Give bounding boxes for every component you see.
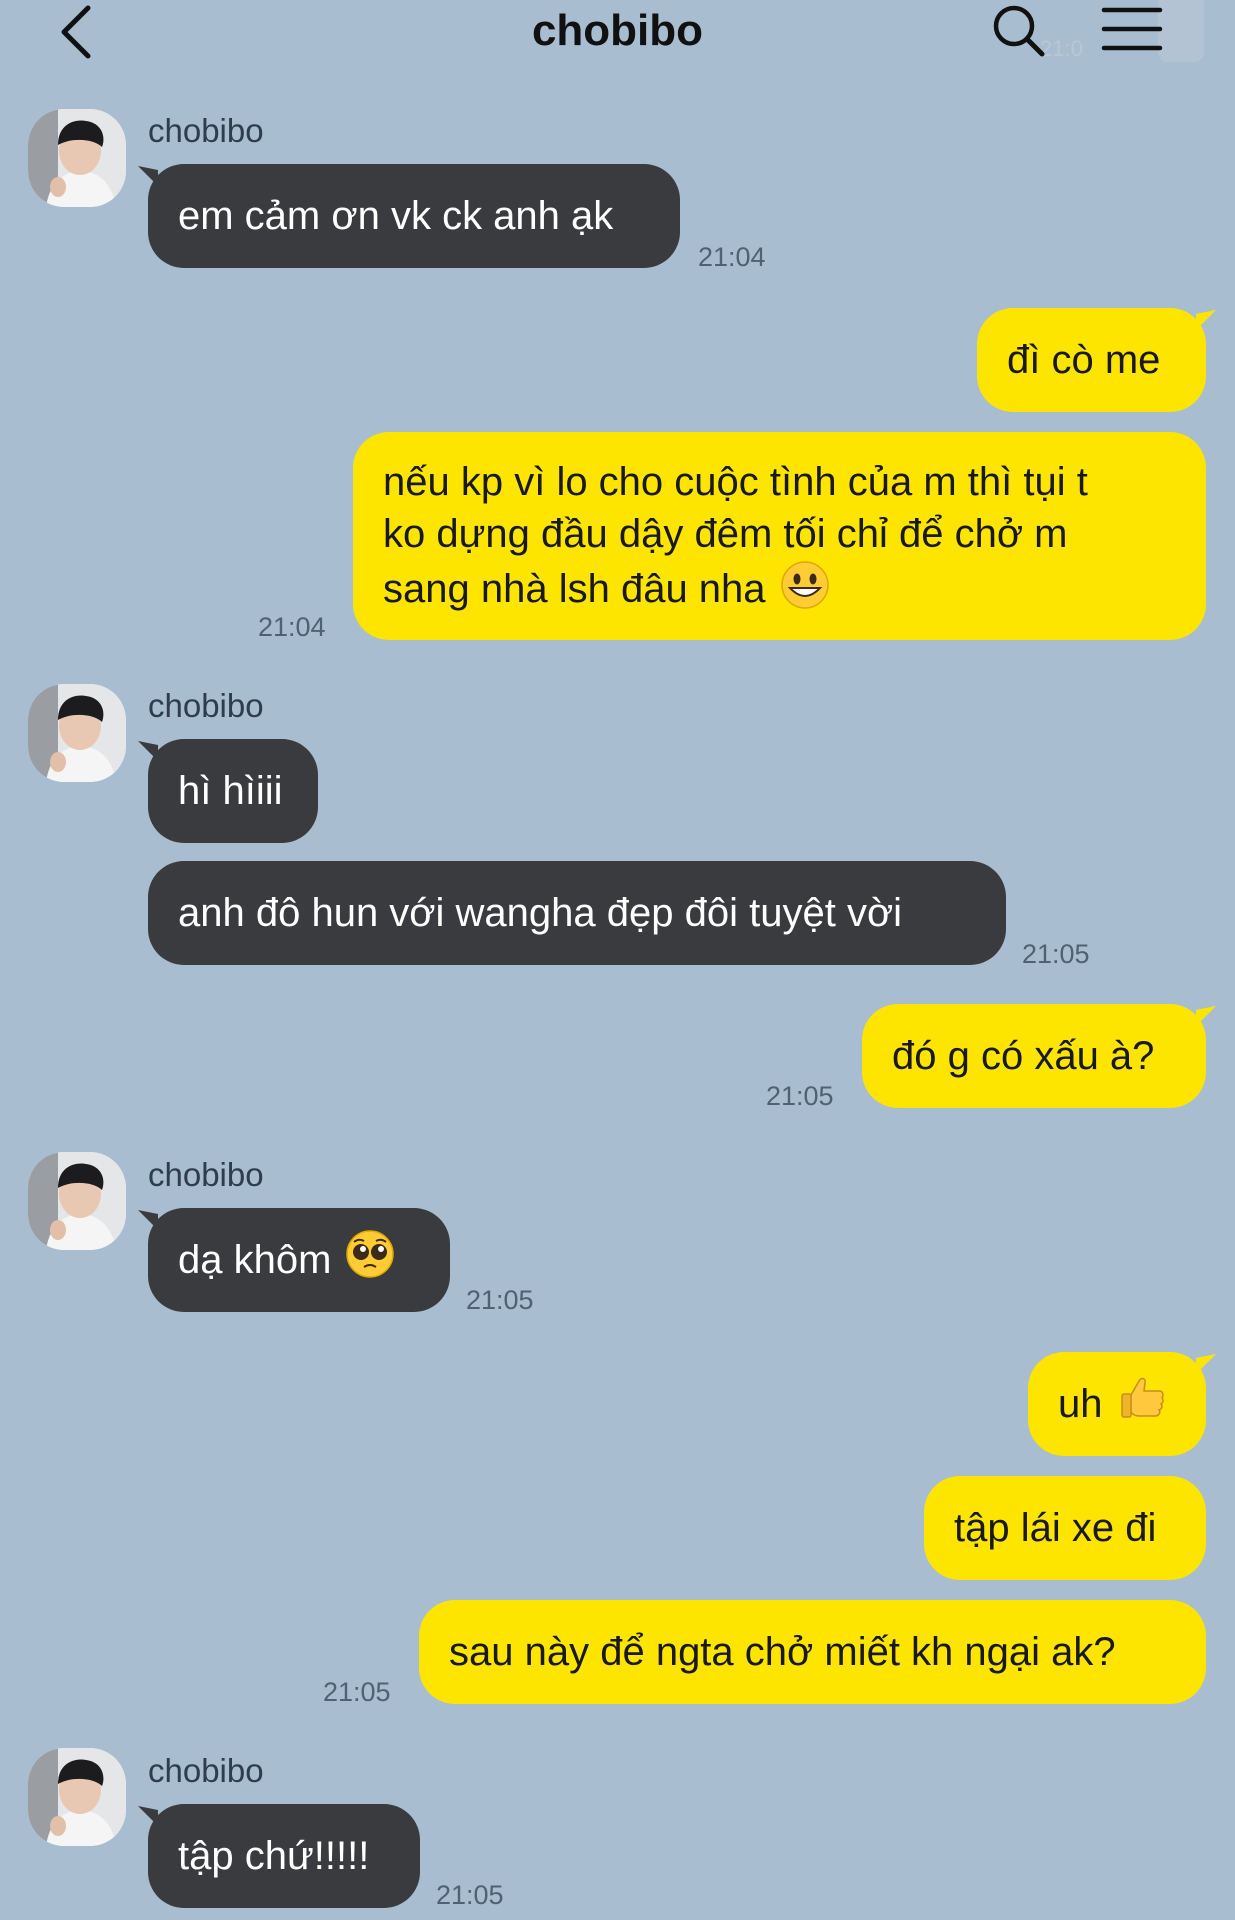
message-text: anh đô hun với wangha đẹp đôi tuyệt vời [178,891,903,935]
message-time: 21:05 [466,1285,534,1315]
incoming-message-bubble[interactable]: anh đô hun với wangha đẹp đôi tuyệt vời [148,861,1006,965]
sender-name: chobibo [148,1752,264,1789]
profile-photo-avatar [28,1152,126,1250]
outgoing-message-bubble[interactable]: đó g có xấu à? [862,1004,1206,1108]
chat-header: chobibo 21:0 [0,0,1235,70]
incoming-message-bubble[interactable]: hì hìiii [148,739,318,843]
search-button[interactable] [990,2,1046,58]
message-text: đó g có xấu à? [892,1034,1155,1078]
message-text: tập chứ!!!!! [178,1834,370,1878]
faint-time: 21:0 [1040,36,1083,61]
profile-photo-avatar [28,684,126,782]
message-time: 21:05 [323,1677,391,1707]
message-text: em cảm ơn vk ck anh ạk [178,194,614,238]
message-text: hì hìiii [178,769,283,813]
bubble-tail [1196,310,1216,330]
avatar[interactable] [28,684,126,782]
message-time: 21:04 [698,242,766,272]
avatar[interactable] [28,109,126,207]
incoming-message-bubble[interactable]: dạ khôm [148,1208,450,1312]
message-text: dạ khôm [178,1238,332,1282]
menu-button[interactable] [1100,2,1164,56]
message-time: 21:05 [436,1880,504,1910]
message-text: tập lái xe đi [954,1506,1157,1550]
bubble-tail [1196,1354,1216,1374]
message-time: 21:05 [766,1081,834,1111]
pleading-face-emoji [345,1229,395,1292]
outgoing-message-bubble[interactable]: đì cò me [977,308,1206,412]
corner-tab [1158,0,1204,62]
incoming-message-bubble[interactable]: em cảm ơn vk ck anh ạk [148,164,680,268]
message-text: uh [1058,1382,1103,1426]
incoming-message-bubble[interactable]: tập chứ!!!!! [148,1804,420,1908]
bubble-tail [1196,1006,1216,1026]
hamburger-menu-icon [1101,7,1163,51]
sender-name: chobibo [148,112,264,149]
avatar[interactable] [28,1748,126,1846]
outgoing-message-bubble[interactable]: uh [1028,1352,1206,1456]
outgoing-message-bubble[interactable]: sau này để ngta chở miết kh ngại ak? [419,1600,1206,1704]
sender-name: chobibo [148,687,264,724]
thumbs-up-emoji [1117,1373,1167,1436]
message-text: nếu kp vì lo cho cuộc tình của m thì tụi… [383,456,1088,623]
message-text: đì cò me [1007,338,1161,382]
message-text: sau này để ngta chở miết kh ngại ak? [449,1630,1116,1674]
sender-name: chobibo [148,1156,264,1193]
profile-photo-avatar [28,1748,126,1846]
avatar[interactable] [28,1152,126,1250]
profile-photo-avatar [28,109,126,207]
message-time: 21:05 [1022,939,1090,969]
outgoing-message-bubble[interactable]: tập lái xe đi [924,1476,1206,1580]
search-icon [993,5,1045,57]
message-time: 21:04 [258,612,326,642]
grinning-face-emoji [780,560,830,623]
outgoing-message-bubble[interactable]: nếu kp vì lo cho cuộc tình của m thì tụi… [353,432,1206,640]
